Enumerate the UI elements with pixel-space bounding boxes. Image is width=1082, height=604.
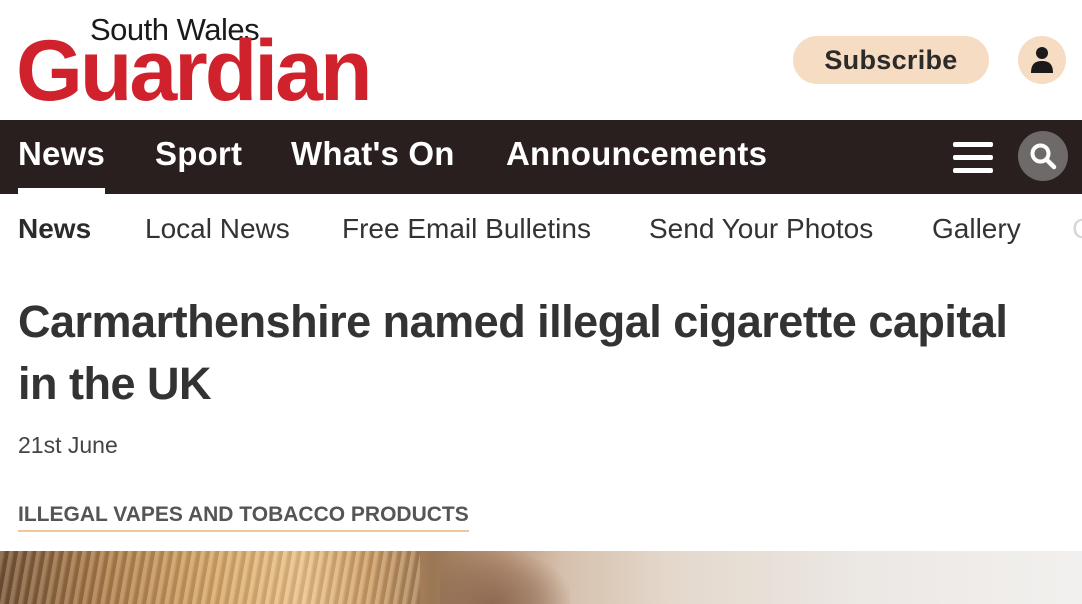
main-nav: News Sport What's On Announcements <box>0 120 1082 194</box>
hamburger-icon <box>953 155 993 160</box>
main-nav-announcements[interactable]: Announcements <box>506 134 767 194</box>
hamburger-menu-button[interactable] <box>953 142 993 174</box>
masthead: South Wales Guardian Subscribe <box>0 0 1082 120</box>
site-logo[interactable]: South Wales Guardian <box>16 14 443 115</box>
account-button[interactable] <box>1018 36 1066 84</box>
subscribe-button[interactable]: Subscribe <box>793 36 989 84</box>
sub-nav: News Local News Free Email Bulletins Sen… <box>0 194 1082 264</box>
article-hero-image <box>0 551 1082 604</box>
article-headline: Carmarthenshire named illegal cigarette … <box>18 296 1008 409</box>
sub-nav-free-email-bulletins[interactable]: Free Email Bulletins <box>342 212 591 246</box>
search-button[interactable] <box>1018 131 1068 181</box>
hero-image-texture <box>0 551 420 604</box>
article-topic-link[interactable]: ILLEGAL VAPES AND TOBACCO PRODUCTS <box>18 502 469 532</box>
search-icon <box>1030 143 1057 170</box>
hamburger-icon <box>953 142 993 147</box>
sub-nav-gallery[interactable]: Gallery <box>932 212 1021 246</box>
sub-nav-local-news[interactable]: Local News <box>145 212 290 246</box>
logo-wordmark: Guardian <box>16 23 373 119</box>
sub-nav-send-your-photos[interactable]: Send Your Photos <box>649 212 873 246</box>
main-nav-whats-on[interactable]: What's On <box>291 134 455 194</box>
hero-image-face-shadow <box>440 551 570 604</box>
sub-nav-news[interactable]: News <box>18 212 91 246</box>
main-nav-sport[interactable]: Sport <box>155 134 242 194</box>
article-date: 21st June <box>18 432 118 458</box>
person-icon <box>1031 47 1053 73</box>
main-nav-news[interactable]: News <box>18 134 106 194</box>
sub-nav-next-item[interactable]: C <box>1072 212 1082 246</box>
hamburger-icon <box>953 168 993 173</box>
